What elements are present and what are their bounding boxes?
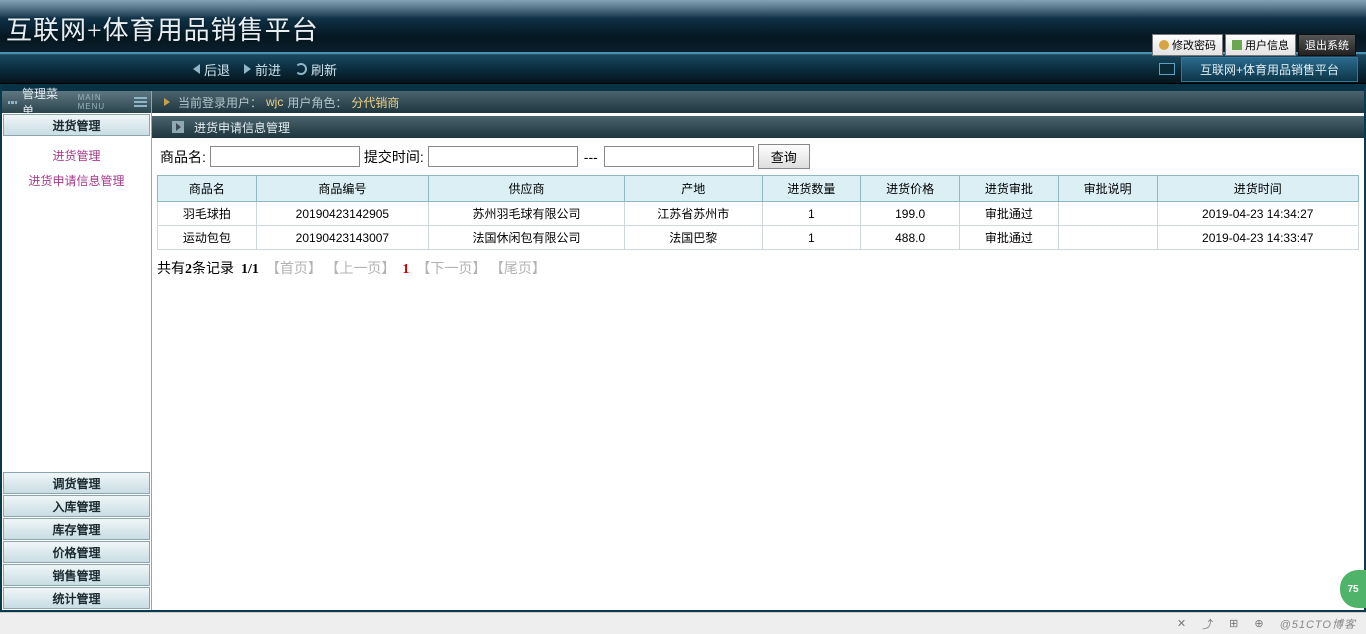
- table-cell: 20190423143007: [256, 226, 428, 250]
- sidebar-section-sales[interactable]: 销售管理: [3, 564, 150, 586]
- watermark: @51CTO博客: [1280, 616, 1356, 632]
- pager-suffix: 条记录: [192, 262, 234, 277]
- menu-icon: [8, 97, 18, 107]
- table-cell: 法国巴黎: [624, 226, 762, 250]
- time-separator: ---: [584, 149, 598, 165]
- user-info-button[interactable]: 用户信息: [1225, 34, 1296, 56]
- search-time-to-input[interactable]: [604, 146, 754, 167]
- sidebar-section-price[interactable]: 价格管理: [3, 541, 150, 563]
- login-info-bar: 当前登录用户： wjc 用户角色： 分代销商: [152, 91, 1364, 113]
- login-role-value: 分代销商: [351, 94, 399, 111]
- col-header: 进货时间: [1157, 176, 1359, 202]
- table-cell: 苏州羽毛球有限公司: [429, 202, 625, 226]
- table-row[interactable]: 羽毛球拍20190423142905苏州羽毛球有限公司江苏省苏州市1199.0审…: [158, 202, 1359, 226]
- sidebar-section-transfer[interactable]: 调货管理: [3, 472, 150, 494]
- sidebar-subtitle: MAIN MENU: [78, 93, 130, 111]
- login-user-label: 当前登录用户：: [178, 94, 262, 111]
- user-info-label: 用户信息: [1245, 37, 1289, 53]
- table-cell: 羽毛球拍: [158, 202, 257, 226]
- table-cell: 20190423142905: [256, 202, 428, 226]
- search-button[interactable]: 查询: [758, 144, 810, 169]
- login-role-label: 用户角色：: [287, 94, 347, 111]
- pager-prefix: 共有: [157, 262, 185, 277]
- table-cell: 2019-04-23 14:33:47: [1157, 226, 1359, 250]
- table-cell: 1: [762, 202, 861, 226]
- table-cell: 法国休闲包有限公司: [429, 226, 625, 250]
- logout-label: 退出系统: [1305, 37, 1349, 53]
- user-icon: [1232, 40, 1242, 50]
- col-header: 供应商: [429, 176, 625, 202]
- sidebar-item-purchase-request[interactable]: 进货申请信息管理: [2, 168, 151, 193]
- sidebar-item-purchase-manage[interactable]: 进货管理: [2, 143, 151, 168]
- table-cell: [1058, 226, 1157, 250]
- table-cell: 审批通过: [960, 226, 1059, 250]
- logout-button[interactable]: 退出系统: [1298, 34, 1356, 56]
- side-badge[interactable]: 75: [1340, 570, 1366, 608]
- table-cell: [1058, 202, 1157, 226]
- pager-prev[interactable]: 【上一页】: [325, 262, 395, 277]
- sidebar-section-stats[interactable]: 统计管理: [3, 587, 150, 609]
- panel-marker-icon: [172, 121, 184, 133]
- sidebar-section-purchase[interactable]: 进货管理: [3, 114, 150, 136]
- refresh-icon: [295, 63, 307, 75]
- pager-page: 1/1: [241, 262, 259, 277]
- table-cell: 488.0: [861, 226, 960, 250]
- col-header: 进货数量: [762, 176, 861, 202]
- search-time-from-input[interactable]: [428, 146, 578, 167]
- table-cell: 审批通过: [960, 202, 1059, 226]
- table-row[interactable]: 运动包包20190423143007法国休闲包有限公司法国巴黎1488.0审批通…: [158, 226, 1359, 250]
- panel-title-bar: 进货申请信息管理: [152, 116, 1364, 138]
- col-header: 审批说明: [1058, 176, 1157, 202]
- change-password-label: 修改密码: [1172, 37, 1216, 53]
- change-password-button[interactable]: 修改密码: [1152, 34, 1223, 56]
- pager-first[interactable]: 【首页】: [266, 262, 322, 277]
- sidebar-section-inventory[interactable]: 库存管理: [3, 518, 150, 540]
- pager-next[interactable]: 【下一页】: [416, 262, 486, 277]
- arrow-left-icon: [193, 64, 200, 74]
- table-cell: 运动包包: [158, 226, 257, 250]
- footer-bar: ✕⤴⊞⊕ @51CTO博客: [0, 612, 1366, 634]
- table-cell: 199.0: [861, 202, 960, 226]
- login-user-value: wjc: [266, 95, 283, 109]
- pager: 共有2条记录 1/1 【首页】 【上一页】 1 【下一页】 【尾页】: [152, 250, 1364, 286]
- key-icon: [1159, 40, 1169, 50]
- nav-forward-label: 前进: [255, 60, 281, 79]
- data-table: 商品名商品编号供应商产地进货数量进货价格进货审批审批说明进货时间 羽毛球拍201…: [157, 175, 1359, 250]
- arrow-right-icon: [244, 64, 251, 74]
- breadcrumb[interactable]: 互联网+体育用品销售平台: [1181, 57, 1358, 82]
- col-header: 产地: [624, 176, 762, 202]
- sidebar-section-inbound[interactable]: 入库管理: [3, 495, 150, 517]
- pager-count: 2: [185, 262, 192, 277]
- nav-refresh[interactable]: 刷新: [295, 60, 337, 79]
- search-name-label: 商品名:: [160, 147, 206, 167]
- nav-forward[interactable]: 前进: [244, 60, 281, 79]
- pager-current: 1: [402, 262, 409, 277]
- col-header: 进货审批: [960, 176, 1059, 202]
- table-cell: 2019-04-23 14:34:27: [1157, 202, 1359, 226]
- table-cell: 1: [762, 226, 861, 250]
- nav-back-label: 后退: [204, 60, 230, 79]
- search-name-input[interactable]: [210, 146, 360, 167]
- panel-title: 进货申请信息管理: [194, 119, 290, 136]
- col-header: 商品编号: [256, 176, 428, 202]
- marker-icon: [164, 98, 170, 106]
- search-time-label: 提交时间:: [364, 147, 424, 167]
- table-cell: 江苏省苏州市: [624, 202, 762, 226]
- sidebar-header: 管理菜单 MAIN MENU: [2, 91, 151, 113]
- col-header: 进货价格: [861, 176, 960, 202]
- pager-last[interactable]: 【尾页】: [490, 262, 546, 277]
- nav-refresh-label: 刷新: [311, 60, 337, 79]
- sidebar-toggle[interactable]: [134, 97, 147, 107]
- col-header: 商品名: [158, 176, 257, 202]
- monitor-icon: [1159, 63, 1175, 75]
- nav-back[interactable]: 后退: [193, 60, 230, 79]
